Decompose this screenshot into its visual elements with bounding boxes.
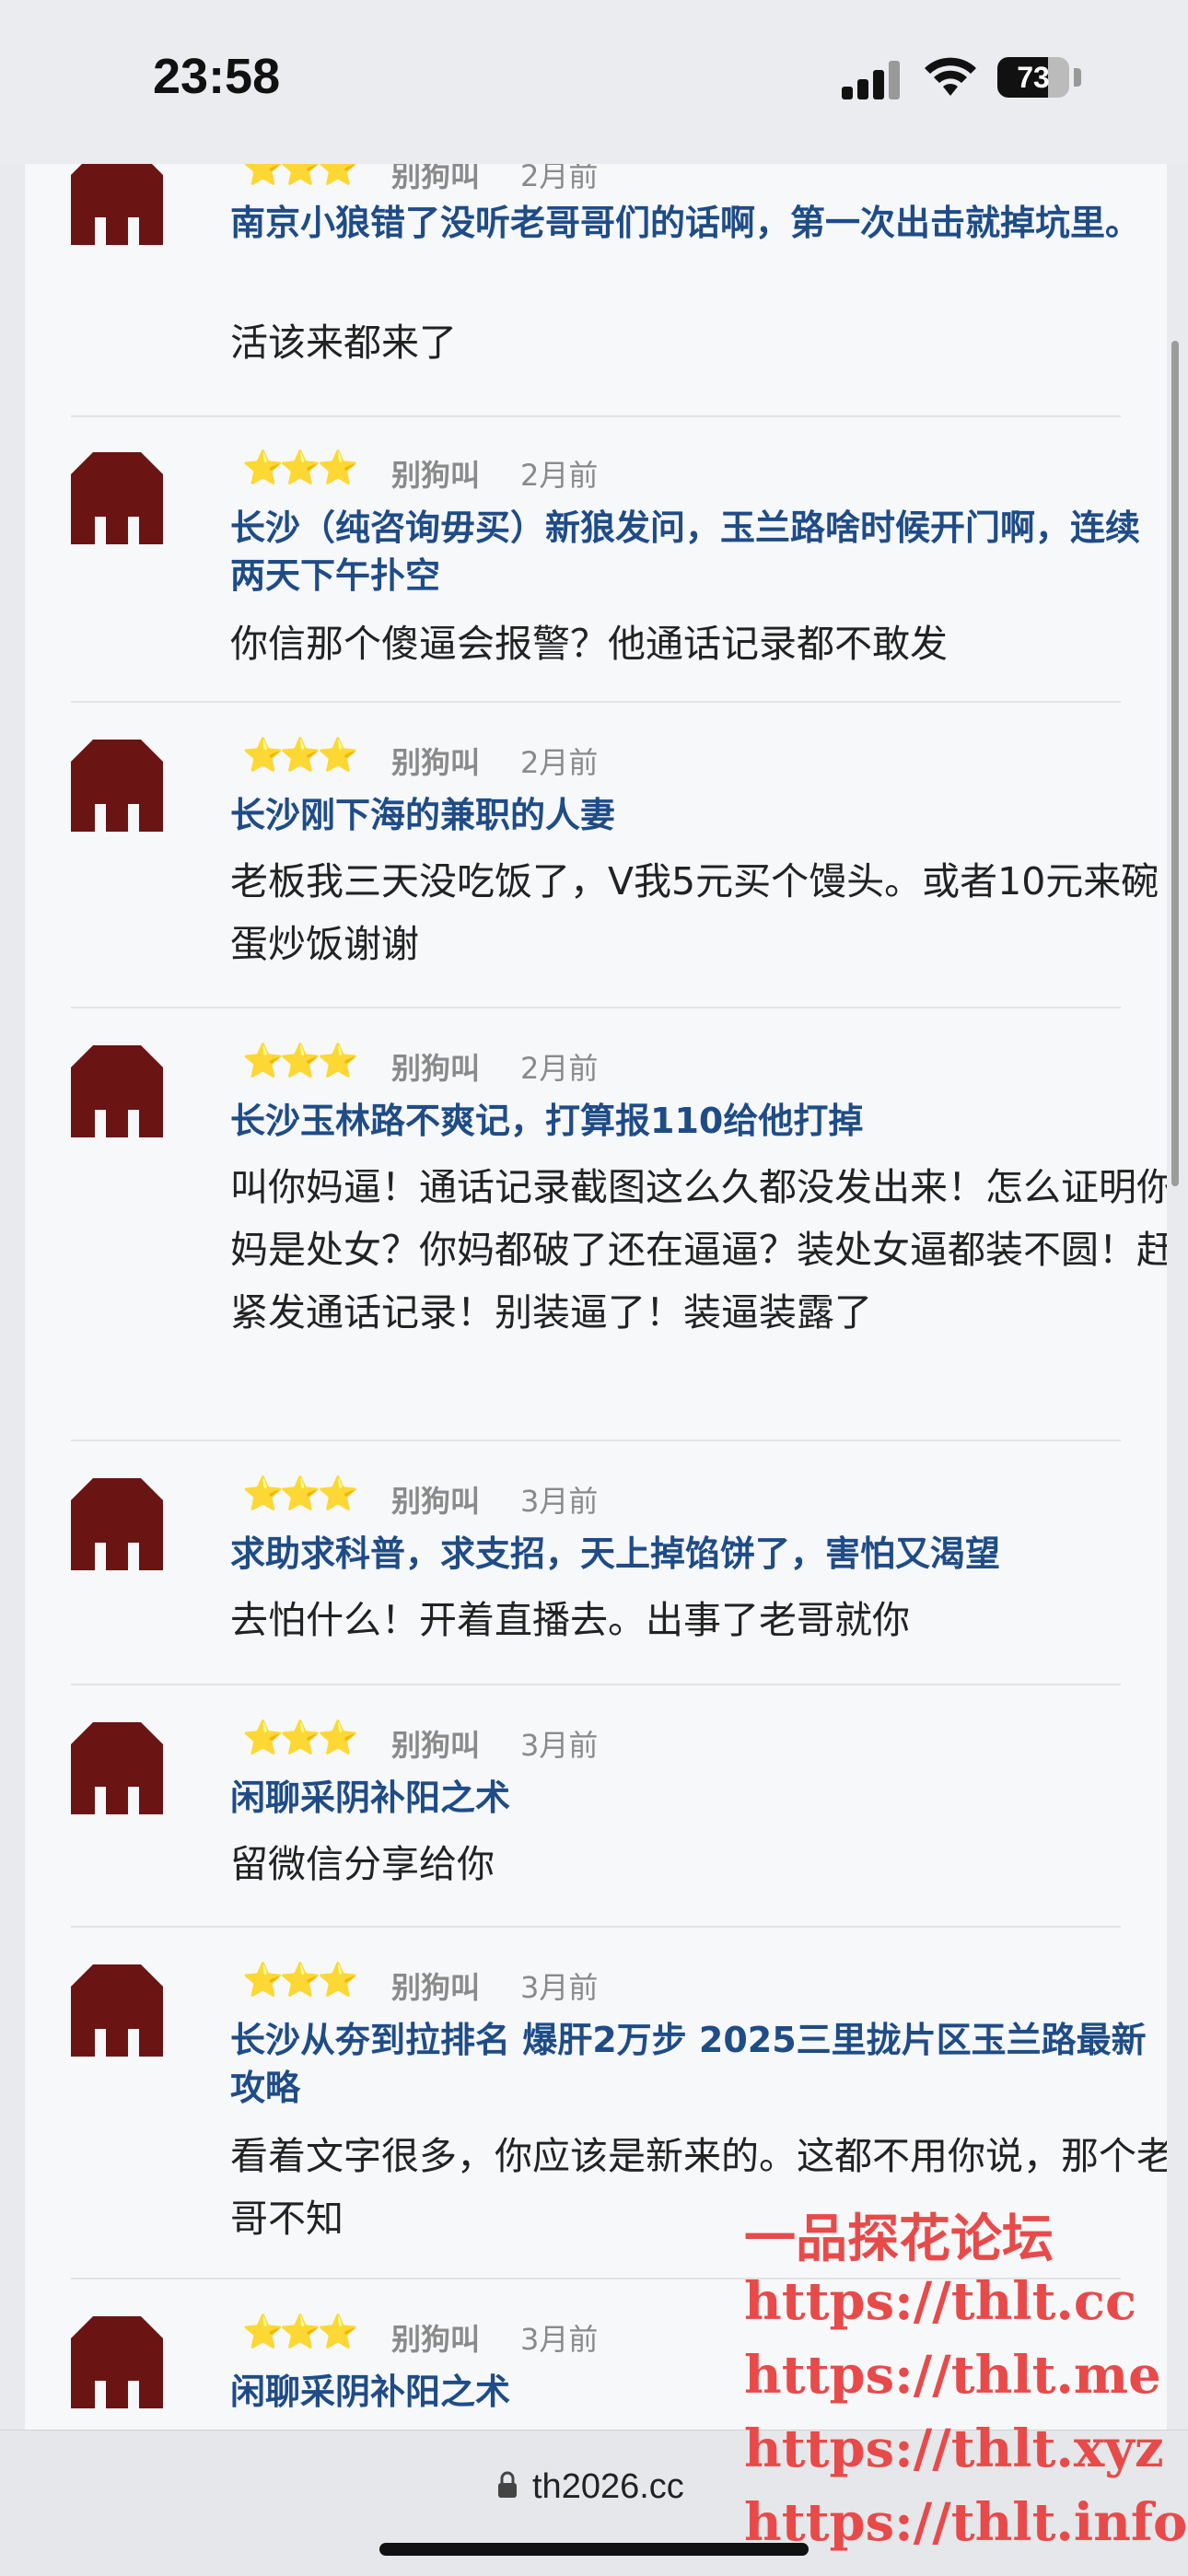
comment-time: 3月前	[520, 1484, 599, 1519]
lock-icon	[498, 2471, 517, 2498]
comment-item[interactable]: ⭐⭐⭐ 别狗叫 2月前 长沙（纯咨询毋买）新狼发问，玉兰路啥时候开门啊，连续两天…	[71, 415, 1140, 703]
comment-time: 3月前	[520, 1728, 599, 1763]
rating-stars-icon: ⭐⭐⭐	[242, 1719, 359, 1757]
author-name[interactable]: 别狗叫	[391, 740, 480, 782]
scrollbar[interactable]	[1171, 341, 1179, 1186]
author-name[interactable]: 别狗叫	[391, 452, 480, 495]
rating-stars-icon: ⭐⭐⭐	[242, 1043, 359, 1080]
avatar[interactable]	[71, 1045, 163, 1137]
avatar[interactable]	[71, 452, 163, 544]
comment-text: 留微信分享给你	[230, 1842, 495, 1886]
avatar[interactable]	[71, 2316, 163, 2408]
thread-title-link[interactable]: 长沙从夯到拉排名 爆肝2万步 2025三里拢片区玉兰路最新攻略	[230, 2016, 1151, 2112]
watermark-forum-name: 一品探花论坛	[744, 2209, 1054, 2269]
comment-item[interactable]: ⭐⭐⭐ 别狗叫 2月前 长沙玉林路不爽记，打算报110给他打掉 叫你妈逼！通话记…	[71, 1008, 1167, 1441]
comment-text: 活该来都来了	[230, 321, 457, 365]
avatar[interactable]	[71, 1478, 163, 1570]
comment-item[interactable]: ⭐⭐⭐ 别狗叫 3月前 闲聊采阴补阳之术 留微信分享给你	[71, 1685, 1121, 1928]
thread-title-link[interactable]: 长沙刚下海的兼职的人妻	[230, 791, 1151, 839]
comment-item[interactable]: ⭐⭐⭐ 别狗叫 2月前 长沙刚下海的兼职的人妻 老板我三天没吃饭了，V我5元买个…	[71, 703, 1159, 1008]
thread-title-link[interactable]: 闲聊采阴补阳之术	[230, 1774, 1151, 1822]
status-time: 23:58	[153, 49, 281, 104]
comment-list[interactable]: ⭐⭐⭐ 别狗叫 2月前 南京小狼错了没听老哥哥们的话啊，第一次出击就掉坑里。 活…	[25, 164, 1167, 2430]
rating-stars-icon: ⭐⭐⭐	[242, 164, 359, 188]
author-name[interactable]: 别狗叫	[391, 1478, 480, 1521]
watermark-url: https://thlt.cc	[744, 2271, 1137, 2332]
comment-time: 2月前	[520, 745, 599, 780]
comment-item[interactable]: ⭐⭐⭐ 别狗叫 3月前 求助求科普，求支招，天上掉馅饼了，害怕又渴望 去怕什么！…	[71, 1441, 1121, 1685]
comment-time: 2月前	[520, 458, 599, 493]
comment-time: 2月前	[520, 1051, 599, 1086]
avatar[interactable]	[71, 164, 163, 245]
comment-text: 老板我三天没吃饭了，V我5元买个馒头。或者10元来碗蛋炒饭谢谢	[230, 859, 1159, 966]
watermark-url: https://thlt.me	[744, 2345, 1161, 2406]
rating-stars-icon: ⭐⭐⭐	[242, 1475, 359, 1513]
avatar[interactable]	[71, 1964, 163, 2057]
author-name[interactable]: 别狗叫	[391, 1045, 480, 1088]
thread-title-link[interactable]: 长沙玉林路不爽记，打算报110给他打掉	[230, 1097, 1151, 1145]
watermark-url: https://thlt.xyz	[744, 2419, 1164, 2479]
author-name[interactable]: 别狗叫	[391, 1964, 480, 2007]
battery-cap	[1074, 68, 1081, 87]
avatar[interactable]	[71, 1722, 163, 1814]
thread-title-link[interactable]: 长沙（纯咨询毋买）新狼发问，玉兰路啥时候开门啊，连续两天下午扑空	[230, 504, 1151, 600]
url-text[interactable]: th2026.cc	[532, 2467, 684, 2507]
rating-stars-icon: ⭐⭐⭐	[242, 2314, 359, 2351]
rating-stars-icon: ⭐⭐⭐	[242, 737, 359, 775]
thread-title-link[interactable]: 求助求科普，求支招，天上掉馅饼了，害怕又渴望	[230, 1530, 1151, 1578]
comment-text: 你信那个傻逼会报警？他通话记录都不敢发	[230, 622, 948, 666]
author-name[interactable]: 别狗叫	[391, 2316, 480, 2359]
thread-title-link[interactable]: 南京小狼错了没听老哥哥们的话啊，第一次出击就掉坑里。	[230, 199, 1151, 247]
comment-time: 3月前	[520, 1970, 599, 2005]
comment-item[interactable]: ⭐⭐⭐ 别狗叫 2月前 南京小狼错了没听老哥哥们的话啊，第一次出击就掉坑里。 活…	[71, 164, 1140, 417]
watermark-url: https://thlt.info	[744, 2492, 1188, 2553]
status-bar: 23:58 73	[0, 0, 1188, 164]
author-name[interactable]: 别狗叫	[391, 164, 480, 195]
rating-stars-icon: ⭐⭐⭐	[242, 449, 359, 487]
comment-time: 2月前	[520, 164, 599, 193]
author-name[interactable]: 别狗叫	[391, 1722, 480, 1765]
avatar[interactable]	[71, 740, 163, 832]
battery-level: 73	[1017, 61, 1050, 94]
rating-stars-icon: ⭐⭐⭐	[242, 1962, 359, 1999]
comment-text: 叫你妈逼！通话记录截图这么久都没发出来！怎么证明你妈是处女？你妈都破了还在逼逼？…	[230, 1165, 1167, 1335]
wifi-icon	[925, 57, 976, 96]
comment-text: 去怕什么！开着直播去。出事了老哥就你	[230, 1598, 910, 1642]
comment-time: 3月前	[520, 2322, 599, 2357]
cellular-signal-icon	[842, 59, 901, 99]
